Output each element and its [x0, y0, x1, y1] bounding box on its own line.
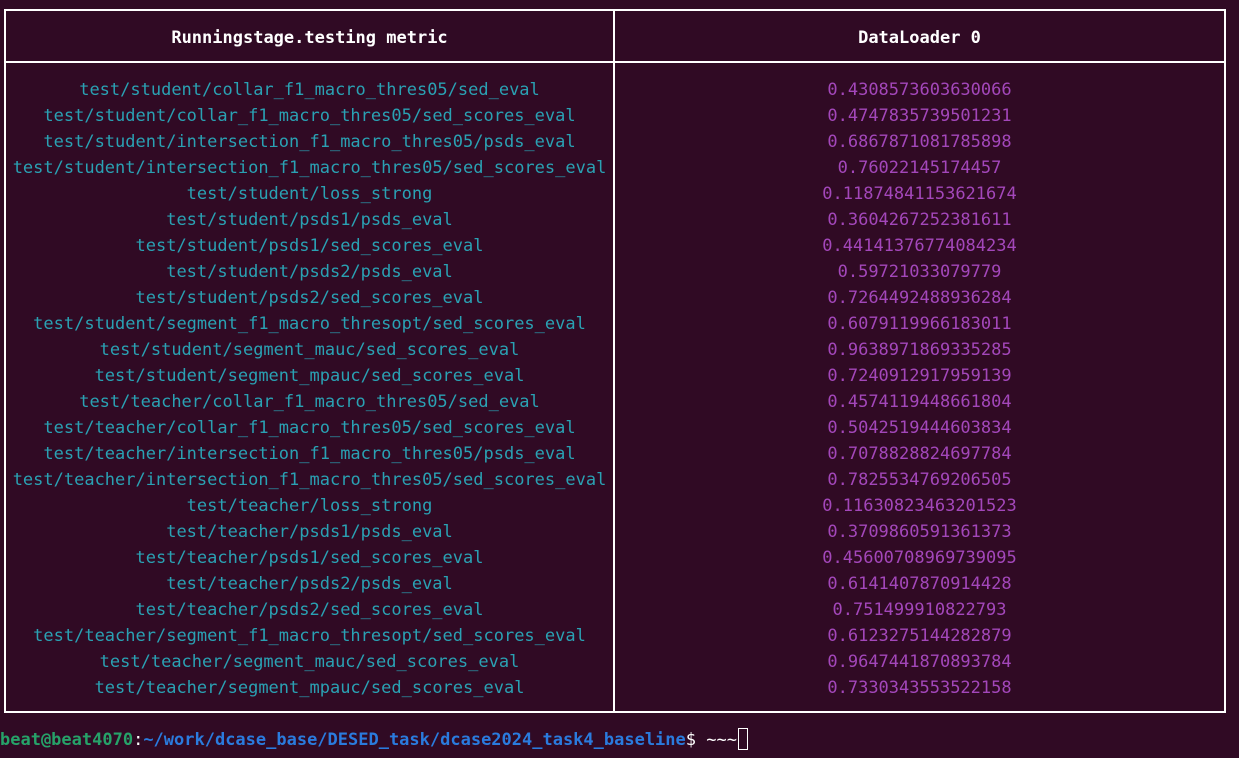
metric-value: 0.3709860591361373 — [827, 522, 1012, 542]
header-metric: Runningstage.testing metric — [171, 28, 448, 48]
table-row: test/student/segment_mpauc/sed_scores_ev… — [6, 363, 1224, 389]
table-row: test/student/psds1/psds_eval 0.3604267252… — [6, 207, 1224, 233]
metric-value: 0.9638971869335285 — [827, 340, 1012, 360]
shell-prompt[interactable]: beat@beat4070:~/work/dcase_base/DESED_ta… — [0, 727, 748, 753]
metric-value: 0.45600708969739095 — [822, 548, 1017, 568]
table-row: test/student/psds1/sed_scores_eval 0.4414… — [6, 233, 1224, 259]
metric-name: test/teacher/segment_mauc/sed_scores_eva… — [99, 652, 520, 672]
prompt-path: ~/work/dcase_base/DESED_task/dcase2024_t… — [143, 730, 686, 750]
metric-name: test/teacher/segment_f1_macro_thresopt/s… — [33, 626, 586, 646]
metric-value: 0.7264492488936284 — [827, 288, 1012, 308]
metric-name: test/teacher/psds1/sed_scores_eval — [135, 548, 484, 568]
table-row: test/teacher/intersection_f1_macro_thres… — [6, 467, 1224, 493]
metric-name: test/student/psds1/sed_scores_eval — [135, 236, 484, 256]
metric-name: test/student/intersection_f1_macro_thres… — [12, 158, 607, 178]
header-dataloader: DataLoader 0 — [858, 28, 981, 48]
terminal-cursor — [737, 728, 748, 750]
table-row: test/teacher/intersection_f1_macro_thres… — [6, 441, 1224, 467]
metric-value: 0.6867871081785898 — [827, 132, 1012, 152]
metric-value: 0.7078828824697784 — [827, 444, 1012, 464]
metric-value: 0.6141407870914428 — [827, 574, 1012, 594]
prompt-separator: : — [133, 730, 144, 750]
metric-name: test/teacher/psds2/sed_scores_eval — [135, 600, 484, 620]
prompt-user-host: beat@beat4070 — [0, 730, 134, 750]
table-row: test/student/loss_strong 0.11874841153621… — [6, 181, 1224, 207]
metric-name: test/teacher/loss_strong — [186, 496, 433, 516]
metric-name: test/teacher/intersection_f1_macro_thres… — [43, 444, 576, 464]
metric-name: test/teacher/collar_f1_macro_thres05/sed… — [79, 392, 540, 412]
metric-name: test/student/collar_f1_macro_thres05/sed… — [79, 80, 540, 100]
metric-name: test/teacher/collar_f1_macro_thres05/sed… — [43, 418, 576, 438]
metric-value: 0.7240912917959139 — [827, 366, 1012, 386]
table-row: test/student/collar_f1_macro_thres05/sed… — [6, 103, 1224, 129]
metric-value: 0.44141376774084234 — [822, 236, 1017, 256]
table-row: test/teacher/segment_mpauc/sed_scores_ev… — [6, 675, 1224, 701]
metric-value: 0.751499910822793 — [832, 600, 1007, 620]
metric-name: test/student/intersection_f1_macro_thres… — [43, 132, 576, 152]
table-row: test/teacher/segment_mauc/sed_scores_eva… — [6, 649, 1224, 675]
table-row: test/teacher/psds2/sed_scores_eval 0.7514… — [6, 597, 1224, 623]
metric-value: 0.4574119448661804 — [827, 392, 1012, 412]
metric-name: test/student/loss_strong — [186, 184, 433, 204]
metric-value: 0.7825534769206505 — [827, 470, 1012, 490]
metric-value: 0.9647441870893784 — [827, 652, 1012, 672]
prompt-input[interactable]: ~~~ — [706, 730, 737, 750]
metric-name: test/student/psds1/psds_eval — [166, 210, 453, 230]
table-row: test/teacher/psds1/sed_scores_eval 0.4560… — [6, 545, 1224, 571]
metric-value: 0.76022145174457 — [837, 158, 1002, 178]
metric-value: 0.59721033079779 — [837, 262, 1002, 282]
table-row: test/student/psds2/sed_scores_eval 0.7264… — [6, 285, 1224, 311]
metric-name: test/teacher/psds2/psds_eval — [166, 574, 453, 594]
table-row: test/teacher/loss_strong 0.11630823463201… — [6, 493, 1224, 519]
table-row: test/student/segment_f1_macro_thresopt/s… — [6, 311, 1224, 337]
metric-name: test/teacher/intersection_f1_macro_thres… — [12, 470, 607, 490]
metric-value: 0.11630823463201523 — [822, 496, 1017, 516]
table-row: test/teacher/psds2/psds_eval 0.6141407870… — [6, 571, 1224, 597]
table-row: test/student/intersection_f1_macro_thres… — [6, 155, 1224, 181]
metric-name: test/student/psds2/psds_eval — [166, 262, 453, 282]
table-row: test/teacher/collar_f1_macro_thres05/sed… — [6, 389, 1224, 415]
table-row: test/teacher/collar_f1_macro_thres05/sed… — [6, 415, 1224, 441]
metric-value: 0.6123275144282879 — [827, 626, 1012, 646]
header-divider — [4, 61, 1226, 63]
metric-name: test/student/segment_mpauc/sed_scores_ev… — [94, 366, 525, 386]
metric-value: 0.5042519444603834 — [827, 418, 1012, 438]
table-row: test/student/psds2/psds_eval 0.5972103307… — [6, 259, 1224, 285]
metric-value: 0.7330343553522158 — [827, 678, 1012, 698]
metric-value: 0.4747835739501231 — [827, 106, 1012, 126]
table-row: test/student/collar_f1_macro_thres05/sed… — [6, 77, 1224, 103]
metric-value: 0.11874841153621674 — [822, 184, 1017, 204]
table-row: test/student/intersection_f1_macro_thres… — [6, 129, 1224, 155]
metric-name: test/student/segment_f1_macro_thresopt/s… — [33, 314, 586, 334]
metric-name: test/student/segment_mauc/sed_scores_eva… — [99, 340, 520, 360]
prompt-symbol: $ — [685, 730, 707, 750]
table-row: test/student/segment_mauc/sed_scores_eva… — [6, 337, 1224, 363]
metric-name: test/student/collar_f1_macro_thres05/sed… — [43, 106, 576, 126]
metric-value: 0.3604267252381611 — [827, 210, 1012, 230]
metric-name: test/teacher/psds1/psds_eval — [166, 522, 453, 542]
table-row: test/teacher/segment_f1_macro_thresopt/s… — [6, 623, 1224, 649]
table-row: test/teacher/psds1/psds_eval 0.3709860591… — [6, 519, 1224, 545]
metric-value: 0.4308573603630066 — [827, 80, 1012, 100]
metric-value: 0.6079119966183011 — [827, 314, 1012, 334]
metric-name: test/student/psds2/sed_scores_eval — [135, 288, 484, 308]
results-table-body: test/student/collar_f1_macro_thres05/sed… — [6, 77, 1224, 701]
metric-name: test/teacher/segment_mpauc/sed_scores_ev… — [94, 678, 525, 698]
